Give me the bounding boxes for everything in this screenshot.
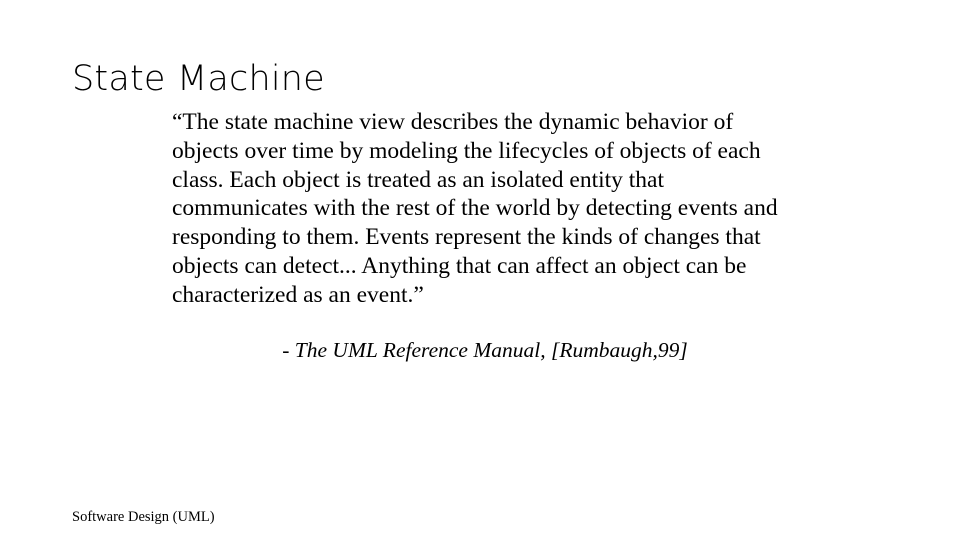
quote-attribution: - The UML Reference Manual, [Rumbaugh,99… (282, 338, 688, 362)
quote-block: “The state machine view describes the dy… (172, 108, 798, 310)
quote-body-text: “The state machine view describes the dy… (172, 109, 778, 308)
slide-footer: Software Design (UML) (72, 509, 215, 525)
slide-canvas: State Machine “The state machine view de… (0, 0, 960, 540)
page-title: State Machine (72, 59, 325, 99)
